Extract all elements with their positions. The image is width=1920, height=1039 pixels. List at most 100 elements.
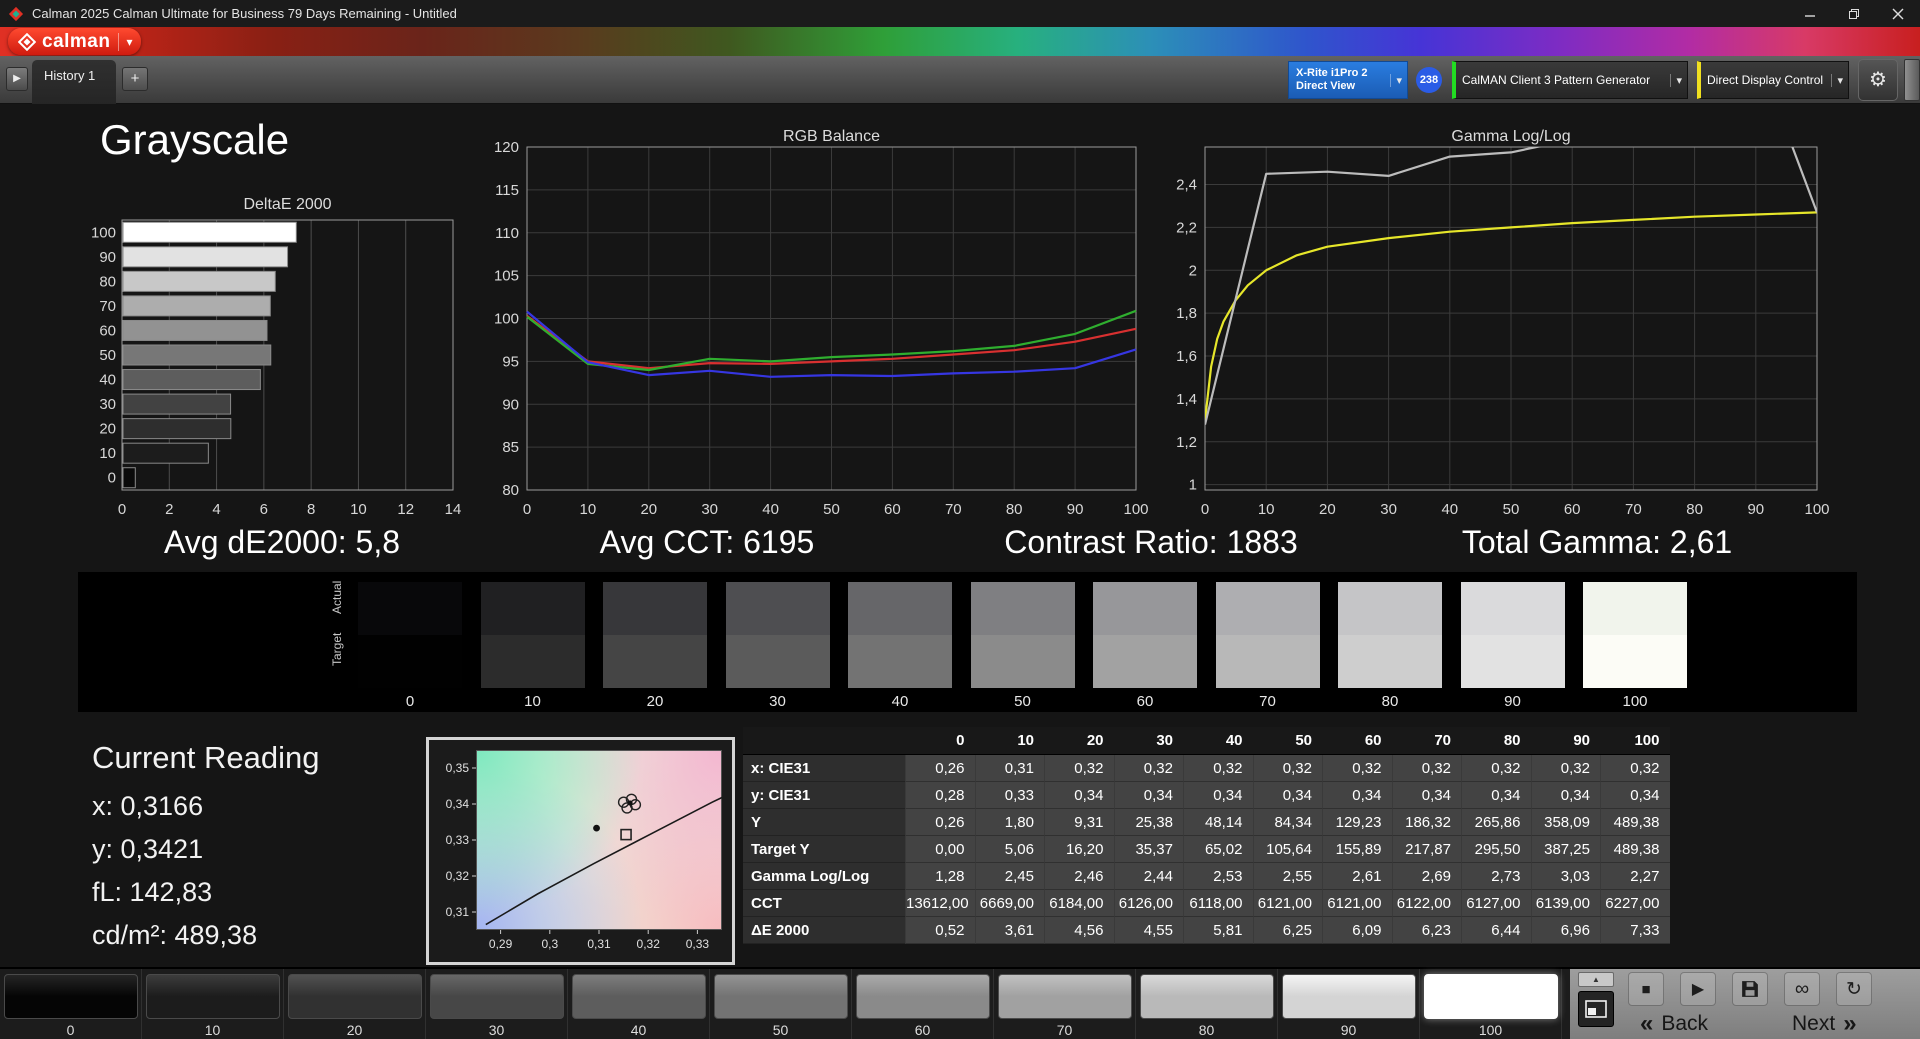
level-button-70[interactable]	[998, 974, 1132, 1019]
settings-gear-button[interactable]: ⚙	[1858, 59, 1898, 101]
deltae-bar-chart: 0 2 4 6 8 10 12 141009080706050403020100	[91, 219, 461, 515]
level-cell: 30	[426, 969, 568, 1039]
svg-text:60: 60	[1564, 501, 1581, 515]
level-cell: 20	[284, 969, 426, 1039]
level-button-80[interactable]	[1140, 974, 1274, 1019]
svg-text:0: 0	[523, 501, 531, 515]
svg-text:0,31: 0,31	[446, 905, 470, 919]
back-button[interactable]: « Back	[1632, 1009, 1708, 1039]
meter-dropdown[interactable]: X-Rite i1Pro 2 Direct View ▾	[1288, 61, 1408, 99]
level-label: 20	[346, 1022, 363, 1038]
stop-icon: ■	[1641, 980, 1651, 998]
level-button-0[interactable]	[4, 974, 138, 1019]
svg-text:1,6: 1,6	[1176, 348, 1197, 365]
table-cell: 2,45	[974, 863, 1044, 890]
table-cell: 6122,00	[1391, 890, 1461, 917]
stop-button[interactable]: ■	[1628, 972, 1664, 1006]
swatch-actual	[1093, 582, 1197, 635]
level-label: 60	[914, 1022, 931, 1038]
chevron-down-icon[interactable]: ▾	[1670, 73, 1687, 87]
layout-select-button[interactable]	[1578, 991, 1614, 1027]
level-button-50[interactable]	[714, 974, 848, 1019]
svg-text:30: 30	[99, 396, 116, 413]
next-button[interactable]: Next »	[1792, 1009, 1865, 1039]
deltae-bar-0	[122, 467, 136, 489]
toolbar-right-panel: ▲ ■ ▶ ∞ ↻ « Back Next »	[1570, 969, 1920, 1039]
level-label: 10	[204, 1022, 221, 1038]
level-label: 90	[1340, 1022, 1357, 1038]
restore-button[interactable]	[1832, 0, 1876, 27]
swatch-actual	[848, 582, 952, 635]
svg-text:95: 95	[502, 353, 519, 370]
chevron-down-icon[interactable]: ▾	[1831, 73, 1848, 87]
level-button-100[interactable]	[1424, 974, 1558, 1019]
meter-line2: Direct View	[1296, 80, 1356, 92]
play-button[interactable]: ▶	[1680, 972, 1716, 1006]
table-cell: 0,33	[974, 782, 1044, 809]
link-icon: ∞	[1794, 977, 1810, 1000]
grayscale-swatch-30	[725, 582, 830, 688]
table-cell: 0,34	[1044, 782, 1114, 809]
table-cell: 0,34	[1530, 782, 1600, 809]
refresh-button[interactable]: ↻	[1836, 972, 1872, 1006]
logo-caret-icon[interactable]: ▾	[126, 35, 132, 49]
grayscale-swatch-10	[480, 582, 585, 688]
level-button-90[interactable]	[1282, 974, 1416, 1019]
table-cell: 0,26	[905, 755, 975, 782]
page-title: Grayscale	[100, 116, 290, 163]
table-cell: 0,34	[1113, 782, 1183, 809]
refresh-icon: ↻	[1846, 978, 1862, 1000]
rainbow-strip: calman ▾	[0, 27, 1920, 56]
history-panel-toggle-button[interactable]: ▶	[6, 67, 28, 91]
table-cell: 6227,00	[1600, 890, 1670, 917]
svg-text:50: 50	[99, 347, 116, 364]
table-cell: 105,64	[1252, 836, 1322, 863]
column-header-80: 80	[1461, 727, 1531, 755]
swatch-label: 90	[1504, 693, 1521, 710]
table-cell: 0,28	[905, 782, 975, 809]
swatch-target	[358, 635, 462, 688]
save-button[interactable]	[1732, 972, 1768, 1006]
svg-text:10: 10	[580, 501, 597, 515]
gamma-chart: 0 10 20 30 40 50 60 70 80 90 100 2,4 2,2 2 1,8 1,6 1,4 1,…	[1176, 146, 1830, 515]
current-reading-title: Current Reading	[92, 740, 320, 775]
column-header-100: 100	[1600, 727, 1670, 755]
swatch-actual	[1460, 582, 1565, 635]
collapse-panel-button[interactable]	[1904, 59, 1920, 101]
table-cell: 155,89	[1322, 836, 1392, 863]
table-cell: 186,32	[1391, 809, 1461, 836]
level-label: 70	[1056, 1022, 1073, 1038]
tab-bar: ▶ History 1 + X-Rite i1Pro 2 Direct View…	[0, 56, 1920, 104]
level-button-10[interactable]	[146, 974, 280, 1019]
table-cell: 0,32	[1044, 755, 1114, 782]
svg-text:2: 2	[1189, 262, 1197, 279]
swatch-target	[1338, 635, 1442, 688]
link-button[interactable]: ∞	[1784, 972, 1820, 1006]
pattern-generator-dropdown[interactable]: CalMAN Client 3 Pattern Generator ▾	[1452, 61, 1688, 99]
table-cell: 6121,00	[1322, 890, 1392, 917]
level-button-30[interactable]	[430, 974, 564, 1019]
level-label: 50	[772, 1022, 789, 1038]
panel-expand-button[interactable]: ▲	[1578, 972, 1614, 987]
deltae-bar-10	[122, 442, 209, 464]
level-button-20[interactable]	[288, 974, 422, 1019]
meter-count-badge[interactable]: 238	[1416, 67, 1442, 93]
tab-history-1[interactable]: History 1	[32, 60, 116, 104]
level-button-40[interactable]	[572, 974, 706, 1019]
add-tab-button[interactable]: +	[122, 67, 148, 91]
calman-logo-button[interactable]: calman ▾	[8, 28, 141, 55]
cie-chromaticity-widget: 0,35 0,34 0,33 0,32 0,31 0,29 0,3 0,31 0,32 0,33	[426, 737, 735, 965]
display-control-dropdown[interactable]: Direct Display Control ▾	[1697, 61, 1849, 99]
svg-text:0,32: 0,32	[637, 937, 661, 951]
minimize-button[interactable]	[1788, 0, 1832, 27]
table-cell: 6118,00	[1183, 890, 1253, 917]
chevron-down-icon[interactable]: ▾	[1390, 73, 1407, 87]
swatch-actual	[1338, 582, 1442, 635]
column-header-50: 50	[1252, 727, 1322, 755]
close-button[interactable]	[1876, 0, 1920, 27]
table-cell: 5,81	[1183, 917, 1253, 944]
table-cell: 0,52	[905, 917, 975, 944]
level-button-60[interactable]	[856, 974, 990, 1019]
calman-logo-icon	[18, 32, 36, 51]
swatch-label: 0	[405, 693, 415, 710]
